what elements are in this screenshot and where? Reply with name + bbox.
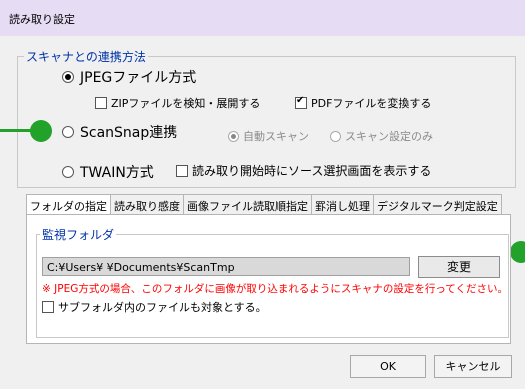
tab-image-read-order[interactable]: 画像ファイル読取順指定 bbox=[183, 194, 312, 214]
tab-read-sensitivity[interactable]: 読み取り感度 bbox=[110, 194, 184, 214]
radio-indicator bbox=[330, 130, 341, 142]
pdf-convert-checkbox[interactable]: PDFファイルを変換する bbox=[295, 95, 431, 111]
checkbox-indicator bbox=[295, 95, 307, 109]
radio-twain-label: TWAIN方式 bbox=[80, 165, 154, 181]
checkbox-indicator bbox=[95, 97, 107, 109]
tab-folder[interactable]: フォルダの指定 bbox=[26, 194, 111, 214]
ok-button[interactable]: OK bbox=[350, 355, 426, 378]
auto-scan-label: 自動スキャン bbox=[243, 130, 309, 143]
change-folder-button[interactable]: 変更 bbox=[418, 256, 500, 278]
zip-detect-checkbox[interactable]: ZIPファイルを検知・展開する bbox=[95, 95, 260, 111]
checkbox-indicator bbox=[42, 301, 54, 313]
tab-digital-mark[interactable]: デジタルマーク判定設定 bbox=[373, 194, 502, 214]
radio-scan-settings-only[interactable]: スキャン設定のみ bbox=[330, 128, 433, 144]
watch-folder-legend: 監視フォルダ bbox=[40, 226, 117, 243]
settings-only-label: スキャン設定のみ bbox=[345, 130, 433, 143]
subfolder-label: サブフォルダ内のファイルも対象とする。 bbox=[58, 301, 267, 314]
subfolder-checkbox[interactable]: サブフォルダ内のファイルも対象とする。 bbox=[42, 299, 267, 315]
radio-indicator bbox=[62, 166, 74, 178]
radio-jpeg[interactable]: JPEGファイル方式 bbox=[62, 67, 196, 87]
show-source-checkbox[interactable]: 読み取り開始時にソース選択画面を表示する bbox=[176, 162, 431, 179]
checkbox-indicator bbox=[176, 164, 188, 177]
radio-auto-scan[interactable]: 自動スキャン bbox=[228, 128, 309, 144]
radio-indicator bbox=[62, 126, 74, 138]
radio-indicator bbox=[228, 130, 239, 142]
radio-jpeg-label: JPEGファイル方式 bbox=[80, 70, 197, 86]
title-bar: 読み取り設定 bbox=[0, 0, 525, 36]
radio-twain[interactable]: TWAIN方式 bbox=[62, 162, 154, 182]
scanner-link-legend: スキャナとの連携方法 bbox=[24, 48, 148, 65]
window-title: 読み取り設定 bbox=[9, 13, 75, 26]
marker-dot bbox=[30, 120, 52, 142]
zip-detect-label: ZIPファイルを検知・展開する bbox=[111, 97, 261, 110]
marker-dot bbox=[510, 241, 525, 263]
jpeg-warning-text: ※ JPEG方式の場合、このフォルダに画像が取り込まれるようにスキャナの設定を行… bbox=[42, 283, 508, 295]
tab-line-removal[interactable]: 罫消し処理 bbox=[311, 194, 374, 214]
folder-path-field[interactable]: C:¥Users¥ ¥Documents¥ScanTmp bbox=[42, 257, 410, 276]
radio-indicator bbox=[62, 71, 74, 83]
pdf-convert-label: PDFファイルを変換する bbox=[311, 97, 432, 110]
tab-strip: フォルダの指定 読み取り感度 画像ファイル読取順指定 罫消し処理 デジタルマーク… bbox=[26, 194, 502, 214]
show-source-label: 読み取り開始時にソース選択画面を表示する bbox=[192, 164, 432, 178]
radio-scansnap[interactable]: ScanSnap連携 bbox=[62, 122, 177, 142]
radio-scansnap-label: ScanSnap連携 bbox=[80, 125, 178, 141]
cancel-button[interactable]: キャンセル bbox=[434, 355, 512, 378]
